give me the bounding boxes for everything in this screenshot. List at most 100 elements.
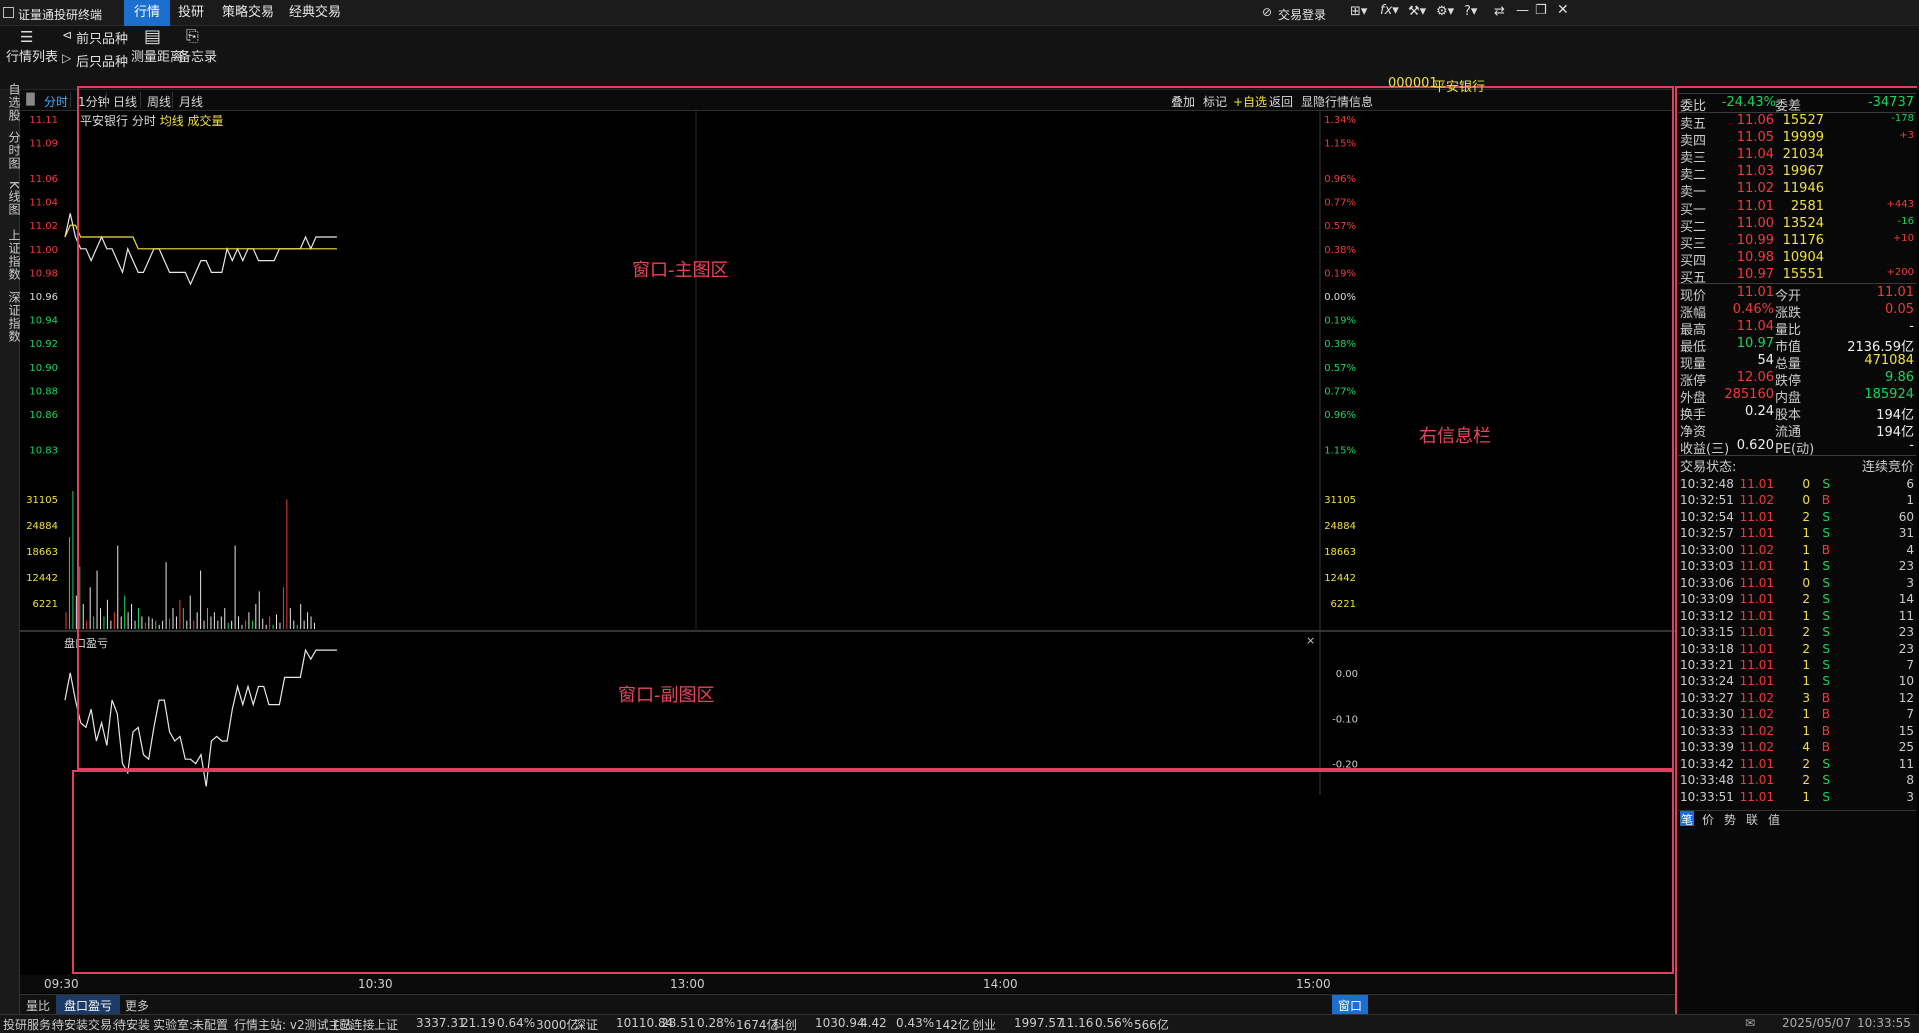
exchange-icon[interactable]: ⇄ xyxy=(1494,4,1505,19)
tick-volume: 2 xyxy=(1802,641,1810,656)
bid-row[interactable]: 买二 11.00 13524 -16 xyxy=(1678,216,1916,235)
tick-count: 12 xyxy=(1898,690,1914,705)
wrench-icon[interactable]: ⚒▾ xyxy=(1408,4,1426,19)
trade-login-button[interactable]: 交易登录 xyxy=(1278,6,1326,23)
window-button[interactable]: 窗口 xyxy=(1332,995,1369,1014)
quote-tab-value[interactable]: 值 xyxy=(1768,811,1780,828)
tick-count: 7 xyxy=(1906,657,1914,672)
rail-watchlist[interactable]: 自选股 xyxy=(0,82,21,122)
tab-order-pnl[interactable]: 盘口盈亏 xyxy=(56,995,121,1014)
book-volume: 11176 xyxy=(1782,232,1824,248)
index-percent: 0.64% xyxy=(497,1016,536,1030)
tick-side: S xyxy=(1822,674,1830,689)
quote-tab-price[interactable]: 价 xyxy=(1702,811,1714,828)
stat-row: 换手 0.24 股本 194亿 xyxy=(1678,404,1916,423)
period-tab-timeshare[interactable]: 分时 xyxy=(44,93,68,110)
tick-side: B xyxy=(1821,542,1830,557)
tick-price: 11.01 xyxy=(1739,575,1774,590)
tick-volume: 1 xyxy=(1802,526,1810,541)
restore-icon[interactable]: ❐ xyxy=(1535,3,1547,18)
stat-value: 11.04 xyxy=(1736,319,1774,334)
tick-side: B xyxy=(1821,707,1830,722)
minimize-icon[interactable]: — xyxy=(1516,3,1529,18)
help-icon[interactable]: ?▾ xyxy=(1464,4,1477,19)
tab-volume-ratio[interactable]: 量比 xyxy=(26,997,50,1014)
menu-tab-quote[interactable]: 行情 xyxy=(124,0,171,26)
tick-price: 11.02 xyxy=(1739,690,1774,705)
status-time: 10:33:55 xyxy=(1857,1016,1911,1030)
layout-icon[interactable]: ▐▌ xyxy=(22,93,39,106)
tick-price: 11.01 xyxy=(1739,477,1774,491)
index-name[interactable]: 创业 xyxy=(972,1016,996,1033)
formula-icon[interactable]: fx▾ xyxy=(1380,3,1399,18)
quote-tab-related[interactable]: 联 xyxy=(1746,811,1758,828)
tick-side: S xyxy=(1822,773,1830,788)
prev-symbol-button[interactable]: 前只品种 xyxy=(76,28,128,47)
rail-kline[interactable]: K线图 xyxy=(0,178,21,218)
status-service-value[interactable]: 待安装 xyxy=(52,1016,88,1033)
book-change: +3 xyxy=(1899,130,1914,142)
quote-tab-trend[interactable]: 势 xyxy=(1724,811,1736,828)
tab-more[interactable]: 更多 xyxy=(125,997,149,1014)
rail-sz-index[interactable]: 深证指数 xyxy=(0,290,21,344)
close-icon[interactable]: ✕ xyxy=(1557,2,1569,18)
list-icon[interactable]: ☰ xyxy=(20,28,33,46)
memo-icon[interactable]: ⎘ xyxy=(186,26,199,46)
measure-button[interactable]: 测量距离 xyxy=(131,46,183,65)
tick-side: B xyxy=(1821,493,1830,508)
rail-sh-index[interactable]: 上证指数 xyxy=(0,228,21,282)
bid-row[interactable]: 买三 10.99 11176 +10 xyxy=(1678,232,1916,252)
book-price: 11.03 xyxy=(1736,164,1774,180)
quote-list-button[interactable]: 行情列表 xyxy=(6,46,58,65)
memo-button[interactable]: 备忘录 xyxy=(178,46,217,65)
tick-side: S xyxy=(1822,559,1830,574)
bid-row[interactable]: 买五 10.97 15551 +200 xyxy=(1678,267,1916,286)
tick-volume: 4 xyxy=(1802,740,1810,755)
index-name[interactable]: 深证 xyxy=(574,1016,598,1033)
book-change: +443 xyxy=(1886,198,1914,210)
quote-tab-ticks[interactable]: 笔 xyxy=(1681,811,1693,828)
ask-row[interactable]: 卖五 11.06 15527 -178 xyxy=(1678,113,1916,132)
quote-name: 平安银行 xyxy=(1433,80,1486,95)
stat-value: 285160 xyxy=(1724,387,1774,402)
tick-volume: 1 xyxy=(1802,723,1810,738)
mail-icon[interactable]: ✉ xyxy=(1745,1016,1755,1030)
tick-side: B xyxy=(1821,723,1830,738)
menu-tab-strategy[interactable]: 策略交易 xyxy=(212,0,284,26)
ruler-icon[interactable]: ▤ xyxy=(144,26,161,47)
menu-tab-classic[interactable]: 经典交易 xyxy=(279,0,351,26)
tick-row: 10:32:54 11.01 2 S 60 xyxy=(1678,510,1916,526)
ask-row[interactable]: 卖三 11.04 21034 xyxy=(1678,147,1916,166)
tick-price: 11.02 xyxy=(1739,723,1774,738)
tick-volume: 1 xyxy=(1802,707,1810,722)
tick-count: 11 xyxy=(1898,756,1914,771)
settings-icon[interactable]: ⚙▾ xyxy=(1436,4,1454,19)
tick-row: 10:33:03 11.01 1 S 23 xyxy=(1678,559,1916,575)
stat-value: 471084 xyxy=(1864,353,1914,368)
stat-row: 最高 11.04 量比 - xyxy=(1678,319,1916,338)
app-logo-icon xyxy=(3,7,14,18)
grid-icon[interactable]: ⊞▾ xyxy=(1350,4,1367,19)
ask-row[interactable]: 卖一 11.02 11946 xyxy=(1678,181,1916,200)
index-name[interactable]: 上证 xyxy=(374,1016,398,1033)
tick-price: 11.01 xyxy=(1739,592,1774,607)
trade-state-label: 交易状态: xyxy=(1680,460,1737,475)
stat-row: 收益(三) 0.620 PE(动) - xyxy=(1678,438,1916,457)
tick-count: 31 xyxy=(1898,526,1914,541)
rail-timeshare[interactable]: 分时图 xyxy=(0,130,21,170)
status-lab-value[interactable]: 未配置 xyxy=(192,1016,228,1033)
tick-count: 60 xyxy=(1898,509,1914,524)
bid-row[interactable]: 买四 10.98 10904 xyxy=(1678,250,1916,269)
next-symbol-button[interactable]: 后只品种 xyxy=(76,51,128,70)
time-label: 14:00 xyxy=(983,977,1018,991)
index-name[interactable]: 科创 xyxy=(773,1016,797,1033)
tick-row: 10:33:27 11.02 3 B 12 xyxy=(1678,691,1916,707)
bid-ratio-value: -24.43% xyxy=(1721,95,1776,110)
ask-row[interactable]: 卖二 11.03 19967 xyxy=(1678,164,1916,183)
menu-tab-research[interactable]: 投研 xyxy=(168,0,214,26)
tick-volume: 2 xyxy=(1802,773,1810,788)
ask-row[interactable]: 卖四 11.05 19999 +3 xyxy=(1678,130,1916,149)
status-trade-value[interactable]: 待安装 xyxy=(114,1016,150,1033)
tick-price: 11.02 xyxy=(1739,542,1774,557)
bid-row[interactable]: 买一 11.01 2581 +443 xyxy=(1678,198,1916,218)
